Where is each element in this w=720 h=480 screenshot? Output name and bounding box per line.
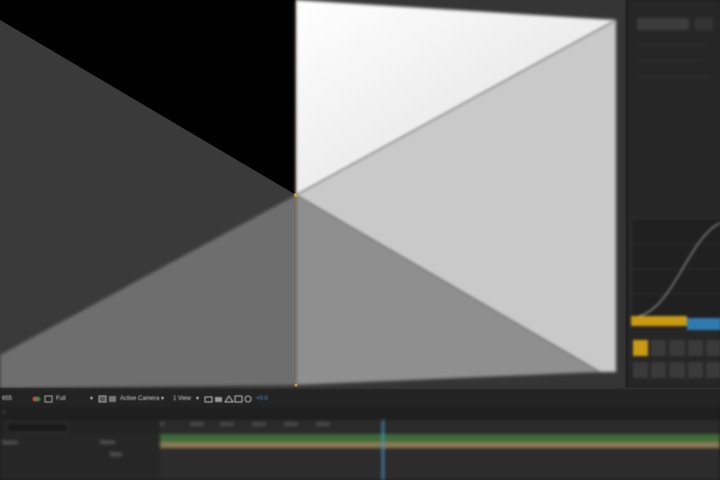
preset-swatch[interactable] <box>651 340 667 356</box>
graph-curve <box>633 222 720 318</box>
zoom-value[interactable]: 655 <box>2 394 12 404</box>
preset-swatch[interactable] <box>651 361 667 378</box>
channel-icon[interactable] <box>224 395 234 403</box>
timeline-search-input[interactable] <box>6 422 68 433</box>
time-ruler[interactable]: 0f 00005 00010 00015 00020 00025 <box>160 420 720 434</box>
preset-swatch[interactable] <box>705 340 720 356</box>
preset-swatch[interactable] <box>633 361 649 378</box>
snapshot-icon[interactable] <box>204 395 214 403</box>
timeline-panel: × 0f 00005 00010 00015 00020 00025 Sourc… <box>0 408 720 480</box>
parent-dropdown[interactable]: None <box>110 452 122 458</box>
preset-swatch[interactable] <box>687 340 703 356</box>
panel-option-button[interactable] <box>695 18 713 30</box>
ruler-tick-label: 00020 <box>284 422 298 428</box>
exposure-value[interactable]: +0.0 <box>256 394 268 404</box>
panel-divider <box>637 76 711 78</box>
panel-divider <box>637 44 707 46</box>
composition-canvas <box>0 0 626 388</box>
color-wheel-icon[interactable] <box>32 395 42 403</box>
ruler-tick-label: 00010 <box>220 422 234 428</box>
close-icon[interactable]: × <box>2 410 6 416</box>
preset-swatch[interactable] <box>669 361 685 378</box>
viewer-toolbar: 655 Full ▾ Active Camera ▾ 1 View ▾ +0.0 <box>0 388 720 409</box>
preview-icon[interactable] <box>234 395 244 403</box>
selected-keyframe-bar[interactable] <box>631 316 687 326</box>
apply-button[interactable] <box>687 318 720 330</box>
preset-swatch[interactable] <box>669 340 685 356</box>
panel-divider <box>637 60 697 62</box>
reset-exposure-icon[interactable] <box>244 395 254 403</box>
track-area[interactable] <box>160 448 720 480</box>
ruler-tick-label: 00005 <box>190 422 204 428</box>
camera-dropdown[interactable]: Active Camera <box>120 394 159 404</box>
parent-header: Parent <box>100 440 115 446</box>
chevron-down-icon[interactable]: ▾ <box>196 394 199 404</box>
source-header: Source <box>2 440 18 446</box>
speed-graph[interactable] <box>631 218 720 320</box>
transparency-grid-icon[interactable] <box>108 395 118 403</box>
right-panel <box>626 0 720 388</box>
composition-viewer[interactable] <box>0 0 626 388</box>
preset-swatch[interactable] <box>687 361 703 378</box>
show-snapshot-icon[interactable] <box>214 395 224 403</box>
preset-swatch[interactable] <box>633 340 649 356</box>
resolution-dropdown[interactable]: Full <box>56 394 66 404</box>
panel-menu-button[interactable] <box>637 18 689 30</box>
ruler-tick-label: 00025 <box>316 422 330 428</box>
work-area-bar[interactable] <box>160 434 720 442</box>
playhead[interactable] <box>382 420 384 480</box>
layer-panel: Source Parent None <box>0 434 160 480</box>
preset-grid <box>633 340 720 380</box>
views-dropdown[interactable]: 1 View <box>173 394 191 404</box>
region-icon[interactable] <box>98 395 108 403</box>
chevron-down-icon[interactable]: ▾ <box>161 394 164 404</box>
preset-swatch[interactable] <box>705 361 720 378</box>
ruler-tick-label: 0f <box>160 422 165 428</box>
ruler-tick-label: 00015 <box>252 422 266 428</box>
grid-icon[interactable] <box>44 395 54 403</box>
chevron-down-icon[interactable]: ▾ <box>90 394 93 404</box>
timeline-tab-bar: × <box>0 408 720 420</box>
